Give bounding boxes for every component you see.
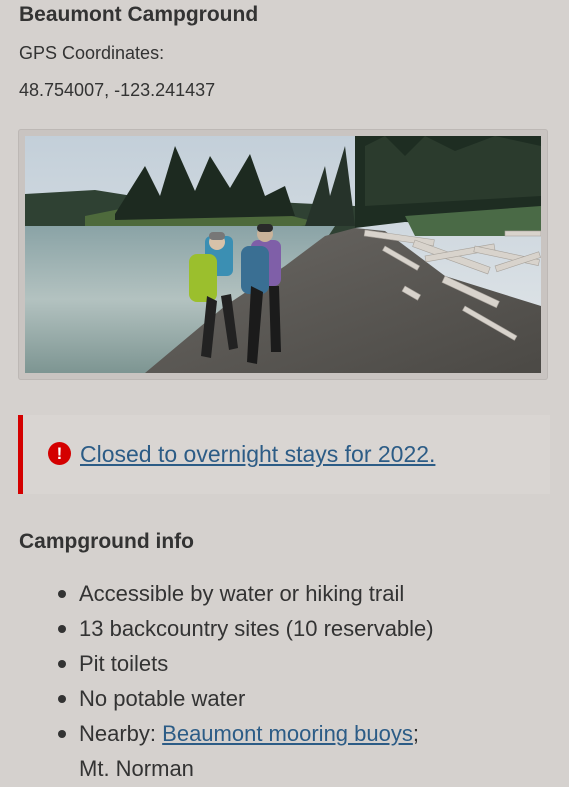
closure-alert: ! Closed to overnight stays for 2022. bbox=[18, 415, 550, 494]
bullet-icon bbox=[58, 730, 66, 738]
list-item: No potable water bbox=[0, 681, 569, 716]
nearby-list-item: Nearby: Beaumont mooring buoys; Mt. Norm… bbox=[0, 716, 569, 786]
photo-frame bbox=[18, 129, 548, 380]
list-item: 13 backcountry sites (10 reservable) bbox=[0, 611, 569, 646]
list-item-text: No potable water bbox=[79, 686, 246, 711]
bullet-icon bbox=[58, 625, 66, 633]
hikers-on-beach-photo bbox=[25, 136, 541, 373]
page-title: Beaumont Campground bbox=[19, 3, 259, 26]
bullet-icon bbox=[58, 695, 66, 703]
beaumont-mooring-buoys-link[interactable]: Beaumont mooring buoys bbox=[162, 721, 413, 746]
closure-alert-link[interactable]: Closed to overnight stays for 2022. bbox=[80, 439, 435, 469]
bullet-icon bbox=[58, 660, 66, 668]
bullet-icon bbox=[58, 590, 66, 598]
gps-coordinates: 48.754007, -123.241437 bbox=[19, 80, 216, 100]
list-item-text: Accessible by water or hiking trail bbox=[79, 581, 405, 606]
gps-label: GPS Coordinates: bbox=[19, 43, 165, 63]
list-item: Accessible by water or hiking trail bbox=[0, 576, 569, 611]
list-item-text: 13 backcountry sites (10 reservable) bbox=[79, 616, 434, 641]
list-item: Pit toilets bbox=[0, 646, 569, 681]
nearby-separator: ; bbox=[412, 721, 419, 746]
exclamation-circle-icon: ! bbox=[48, 442, 71, 465]
campground-info-list: Accessible by water or hiking trail 13 b… bbox=[0, 576, 569, 786]
nearby-continuation: Mt. Norman bbox=[79, 756, 194, 781]
nearby-prefix: Nearby: bbox=[79, 721, 163, 746]
list-item-text: Pit toilets bbox=[79, 651, 169, 676]
campground-info-heading: Campground info bbox=[19, 530, 194, 553]
